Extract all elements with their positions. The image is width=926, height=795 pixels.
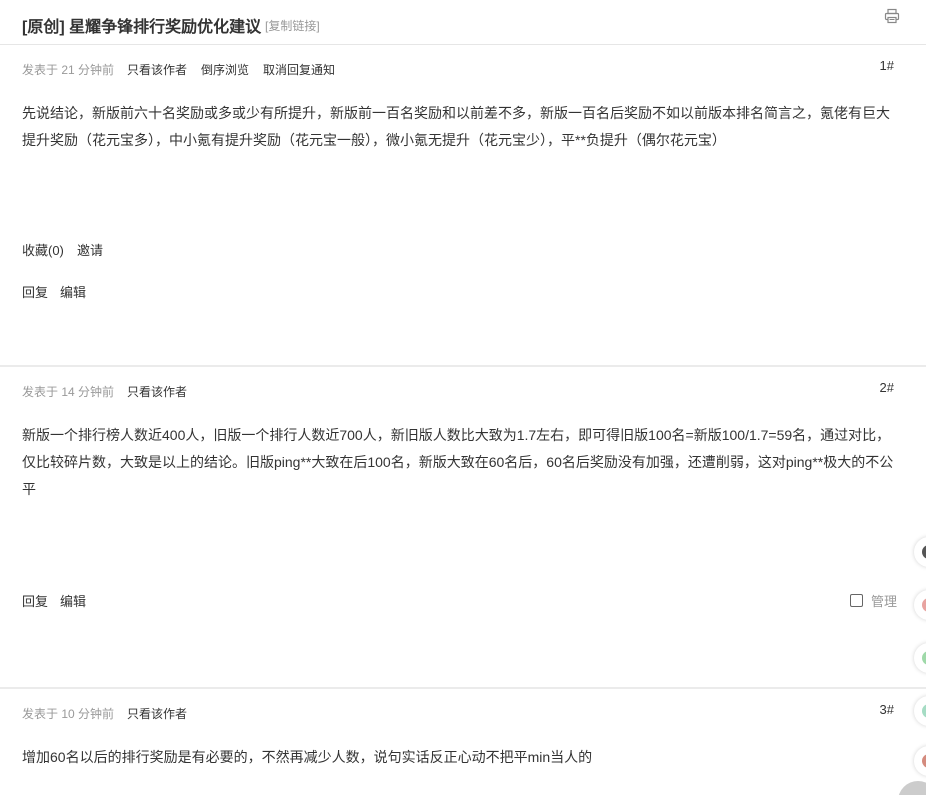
forum-thread-page: [原创] 星耀争锋排行奖励优化建议 [复制链接] 发表于 21 分钟前 只看该作…	[0, 0, 926, 795]
post-divider	[0, 365, 926, 367]
floor-number: 3#	[879, 702, 894, 717]
side-float-button[interactable]	[914, 643, 926, 673]
floor-number: 2#	[879, 380, 894, 395]
side-float-button[interactable]	[914, 696, 926, 726]
back-to-top-button[interactable]	[898, 781, 926, 795]
side-float-dot	[922, 651, 926, 665]
side-float-dot	[922, 754, 926, 768]
favorite-button[interactable]: 收藏(0)	[22, 240, 64, 259]
post-content: 增加60名以后的排行奖励是有必要的，不然再减少人数，说句实话反正心动不把平min…	[22, 749, 593, 765]
reply-button[interactable]: 回复	[22, 591, 48, 610]
invite-button[interactable]: 邀请	[77, 240, 103, 259]
only-author-link[interactable]: 只看该作者	[127, 383, 187, 400]
manage-checkbox[interactable]	[850, 594, 863, 607]
floor-number: 1#	[879, 58, 894, 73]
reverse-order-link[interactable]: 倒序浏览	[201, 61, 249, 78]
thread-title: [原创] 星耀争锋排行奖励优化建议	[22, 19, 262, 36]
copy-link-button[interactable]: [复制链接]	[265, 17, 320, 34]
reply-button[interactable]: 回复	[22, 282, 48, 301]
thread-header: [原创] 星耀争锋排行奖励优化建议 [复制链接]	[0, 0, 926, 45]
print-icon[interactable]	[884, 8, 900, 24]
only-author-link[interactable]: 只看该作者	[127, 61, 187, 78]
only-author-link[interactable]: 只看该作者	[127, 705, 187, 722]
side-float-button[interactable]	[914, 590, 926, 620]
side-float-button[interactable]	[914, 537, 926, 567]
post-content: 先说结论，新版前六十名奖励或多或少有所提升，新版前一百名奖励和以前差不多，新版一…	[22, 105, 890, 148]
post-time: 发表于 14 分钟前	[22, 385, 115, 399]
side-float-dot	[922, 704, 926, 718]
side-float-dot	[922, 598, 926, 612]
edit-button[interactable]: 编辑	[60, 282, 86, 301]
side-float-dot	[922, 545, 926, 559]
post-divider	[0, 687, 926, 689]
manage-label[interactable]: 管理	[871, 591, 897, 610]
post-content: 新版一个排行榜人数近400人，旧版一个排行人数近700人，新旧版人数比大致为1.…	[22, 427, 894, 497]
side-float-button[interactable]	[914, 746, 926, 776]
post-time: 发表于 10 分钟前	[22, 707, 115, 721]
edit-button[interactable]: 编辑	[60, 591, 86, 610]
cancel-reply-notify-link[interactable]: 取消回复通知	[263, 61, 335, 78]
post-time: 发表于 21 分钟前	[22, 63, 115, 77]
